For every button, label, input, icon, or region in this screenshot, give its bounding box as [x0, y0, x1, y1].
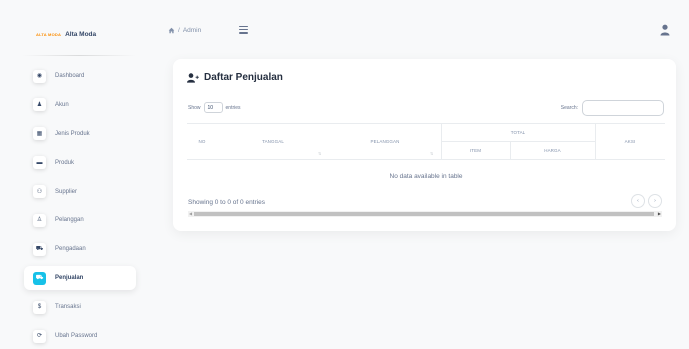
sidebar-item-pengadaan[interactable]: ⛟ Pengadaan	[24, 237, 136, 261]
user-icon: ♟	[33, 98, 46, 112]
sidebar-item-label: Ubah Password	[55, 333, 98, 340]
cart-icon: ⛟	[33, 242, 46, 256]
entries-select-value: 10	[207, 104, 214, 111]
user-plus-icon: ♙	[33, 213, 46, 227]
sidebar-item-label: Dashboard	[55, 73, 85, 79]
table-top-border	[187, 123, 665, 124]
sidebar-item-label: Pelanggan	[55, 217, 84, 224]
search-label: Search:	[560, 105, 578, 111]
entries-length: Show 10 entries	[188, 102, 241, 113]
sidebar-item-label: Penjualan	[55, 275, 84, 282]
menu-toggle-icon[interactable]	[239, 26, 248, 36]
dollar-icon: $	[33, 300, 46, 314]
box-icon: ▬	[33, 156, 46, 170]
sidebar-item-label: Transaksi	[55, 304, 81, 311]
table-subheader-border	[441, 141, 595, 142]
entries-label: entries	[225, 104, 241, 111]
next-page-button[interactable]: ›	[648, 194, 662, 208]
brand[interactable]: ALTA MODA Alta Moda	[36, 31, 96, 38]
sort-icon[interactable]: ⇅	[430, 151, 433, 156]
horizontal-scrollbar[interactable]: ◀ ▶	[188, 211, 662, 217]
table-icon: ▦	[33, 127, 46, 141]
sidebar-item-label: Jenis Produk	[55, 130, 90, 137]
sidebar-nav: ◉ Dashboard ♟ Akun ▦ Jenis Produk ▬ Produk ⚇ Supp…	[24, 64, 136, 349]
sidebar-item-dashboard[interactable]: ◉ Dashboard	[24, 64, 136, 88]
th-tanggal[interactable]: TANGGAL	[217, 139, 329, 144]
card-title: Daftar Penjualan	[187, 72, 283, 83]
sidebar-item-transaksi[interactable]: $ Transaksi	[24, 295, 136, 319]
scroll-thumb[interactable]	[194, 212, 654, 216]
sort-icon[interactable]: ⇅	[318, 151, 321, 156]
cart-icon: ⛟	[33, 271, 46, 285]
user-avatar-icon[interactable]	[660, 24, 670, 36]
user-plus-icon	[187, 72, 199, 83]
sidebar-divider	[22, 55, 136, 56]
table-col-divider	[441, 123, 442, 159]
scroll-left-icon[interactable]: ◀	[189, 211, 192, 217]
sidebar-item-akun[interactable]: ♟ Akun	[24, 93, 136, 117]
sidebar-item-label: Supplier	[55, 188, 78, 195]
scroll-right-icon[interactable]: ▶	[658, 211, 661, 217]
th-item[interactable]: ITEM	[441, 148, 510, 153]
breadcrumb: / Admin	[168, 27, 201, 34]
sidebar-item-penjualan[interactable]: ⛟ Penjualan	[24, 266, 136, 291]
breadcrumb-current: Admin	[182, 27, 202, 34]
card-title-text: Daftar Penjualan	[204, 72, 283, 83]
entries-select[interactable]: 10	[203, 102, 223, 113]
brand-logo: ALTA MODA	[36, 32, 62, 37]
sidebar-item-produk[interactable]: ▬ Produk	[24, 151, 136, 175]
sidebar-item-pelanggan[interactable]: ♙ Pelanggan	[24, 208, 136, 232]
th-harga[interactable]: HARGA	[510, 148, 595, 153]
search-input[interactable]	[582, 100, 664, 116]
sidebar-item-jenis-produk[interactable]: ▦ Jenis Produk	[24, 122, 136, 146]
th-aksi[interactable]: AKSI	[595, 139, 665, 144]
dashboard-icon: ◉	[33, 69, 46, 83]
th-total: TOTAL	[510, 130, 526, 135]
sidebar-item-label: Pengadaan	[55, 246, 86, 253]
th-no[interactable]: NO	[187, 139, 217, 144]
table-header-border	[187, 159, 665, 160]
sidebar-item-supplier[interactable]: ⚇ Supplier	[24, 180, 136, 204]
topbar: / Admin	[168, 22, 678, 42]
th-pelanggan[interactable]: PELANGGAN	[329, 139, 441, 144]
table-info: Showing 0 to 0 of 0 entries	[188, 199, 265, 206]
sales-card: Daftar Penjualan Show 10 entries Search:…	[173, 59, 676, 231]
search-box: Search:	[561, 100, 664, 116]
brand-name: Alta Moda	[65, 31, 97, 38]
breadcrumb-separator: /	[178, 27, 180, 34]
sidebar-item-label: Produk	[55, 159, 75, 166]
sidebar: ALTA MODA Alta Moda ◉ Dashboard ♟ Akun ▦ Jeni…	[0, 0, 150, 349]
users-icon: ⚇	[33, 185, 46, 199]
sync-icon: ⟳	[33, 329, 46, 343]
pagination: ‹ ›	[631, 194, 662, 208]
sidebar-item-label: Akun	[55, 101, 69, 108]
table-empty-message: No data available in table	[389, 173, 463, 180]
show-label: Show	[188, 104, 201, 111]
sidebar-item-ubah-password[interactable]: ⟳ Ubah Password	[24, 324, 136, 348]
home-icon[interactable]	[168, 27, 175, 34]
previous-page-button[interactable]: ‹	[631, 194, 645, 208]
sales-table: NO TANGGAL ⇅ PELANGGAN ⇅ TOTAL ITEM HARG…	[187, 123, 665, 180]
